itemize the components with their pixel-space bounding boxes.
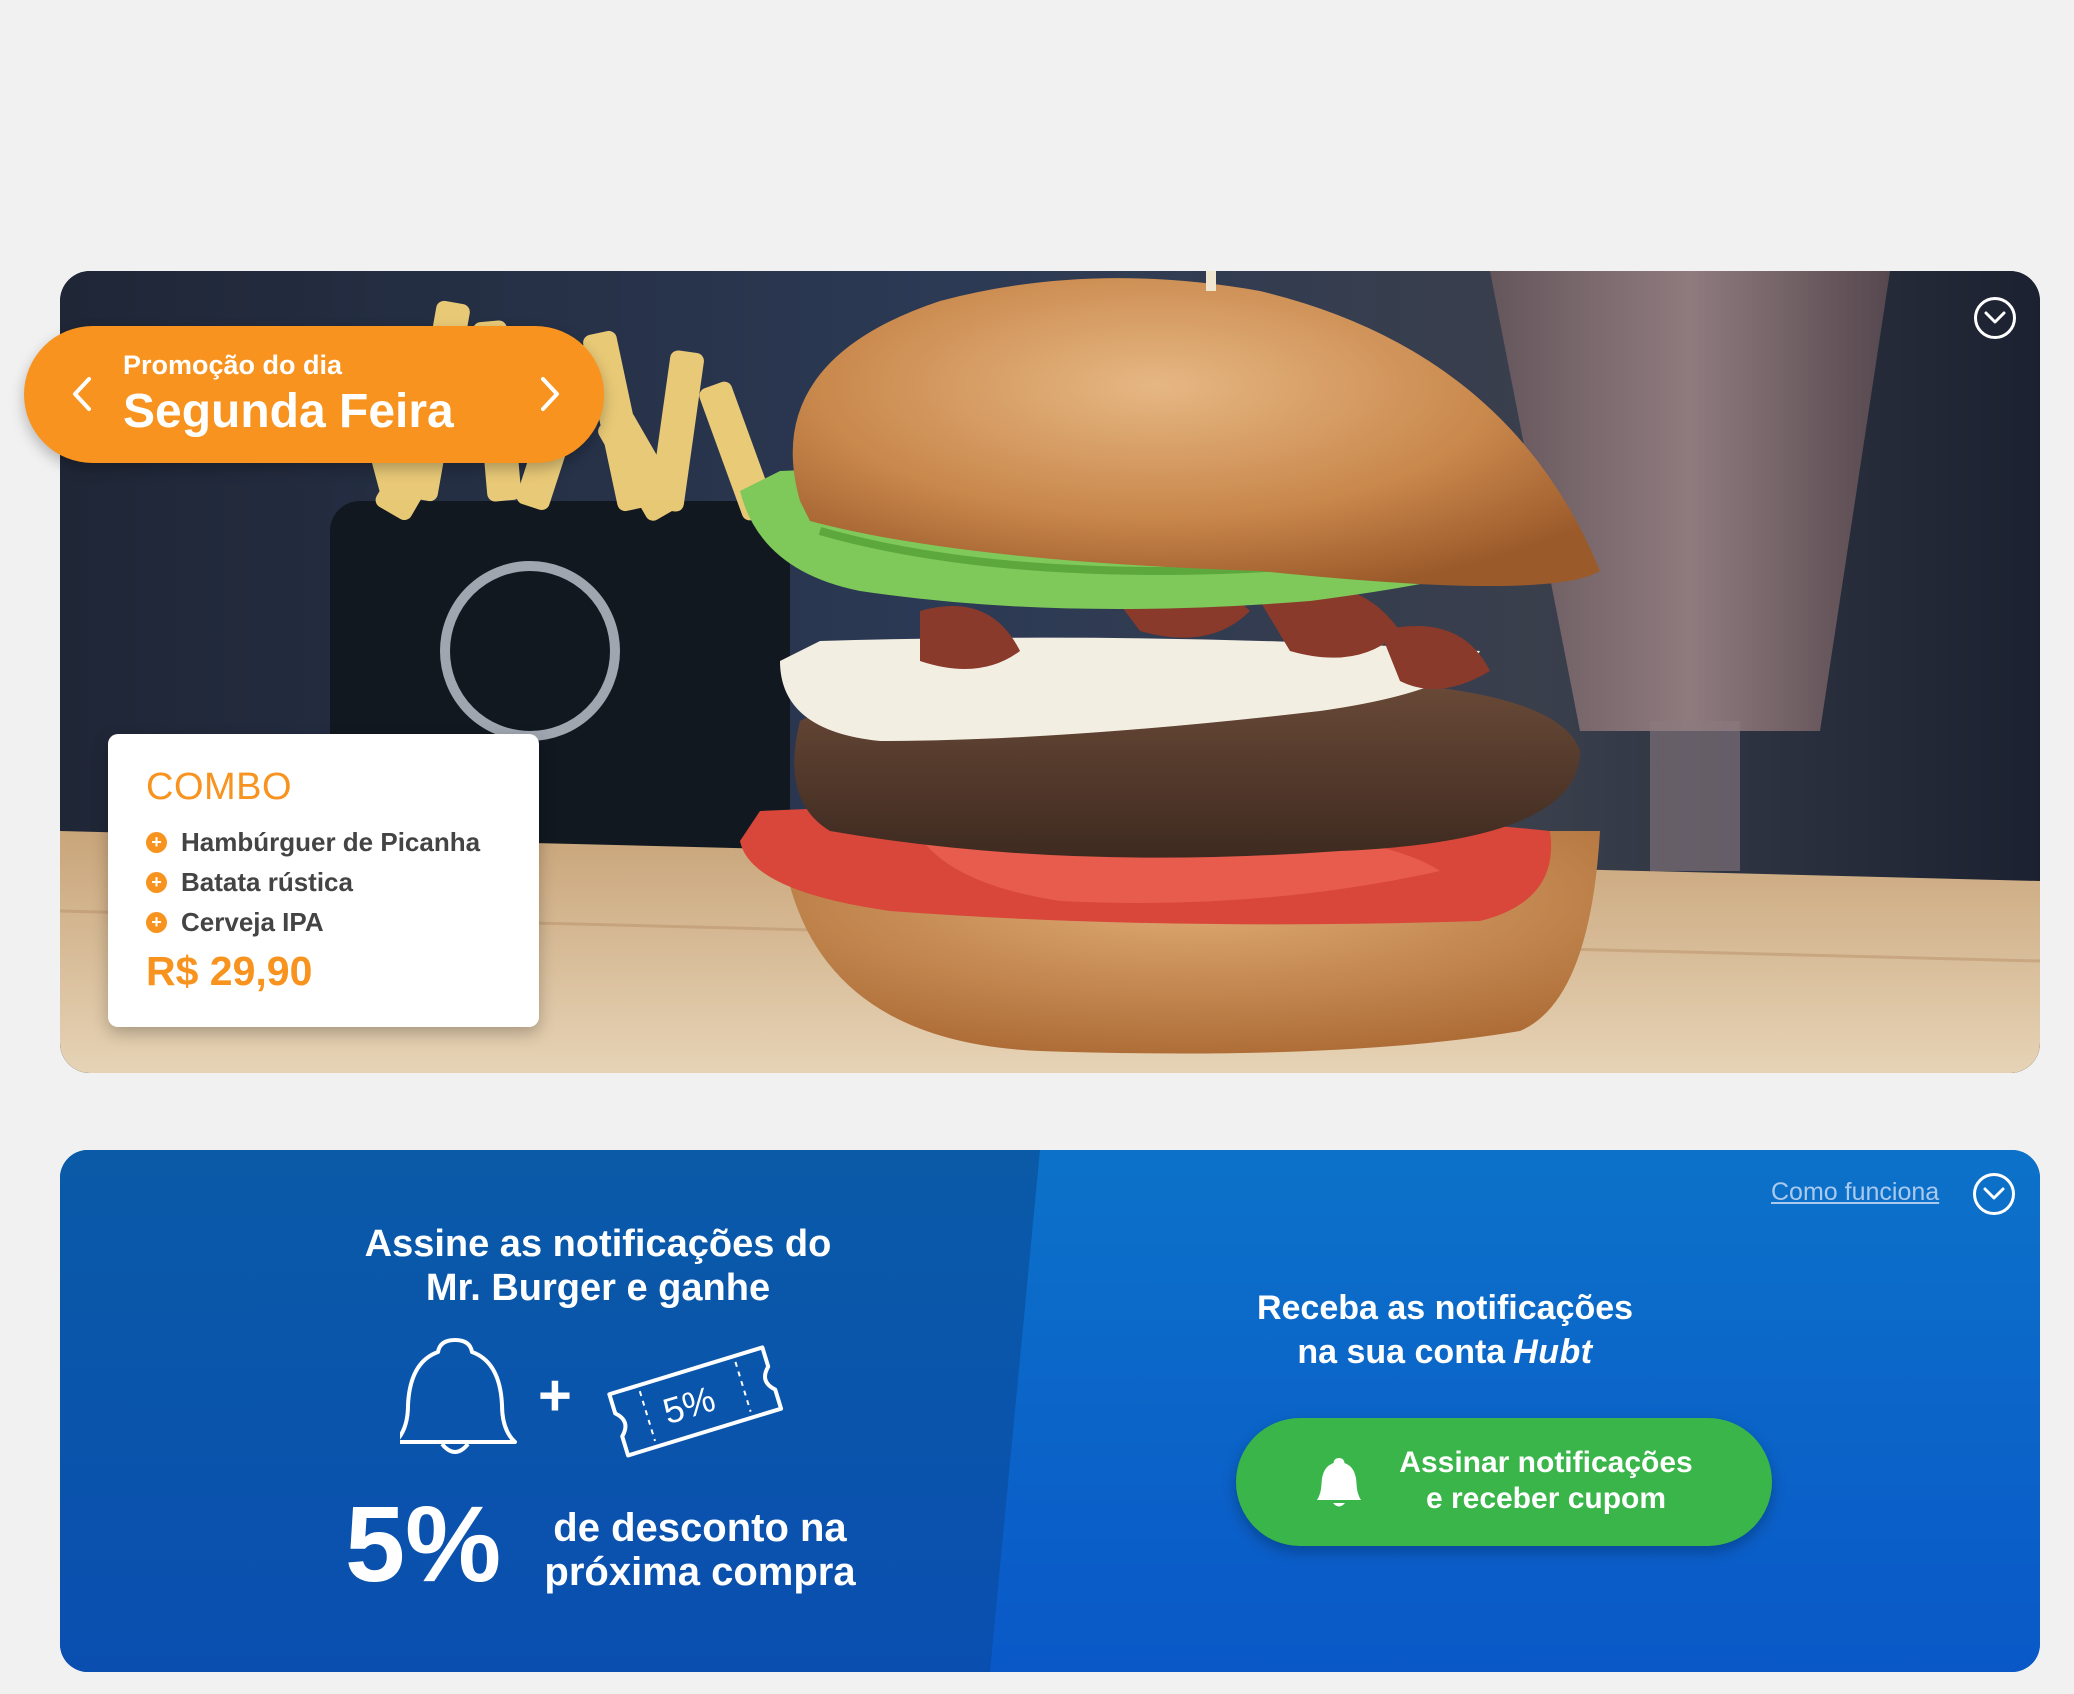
notification-title-line2: Mr. Burger e ganhe xyxy=(425,1267,771,1309)
bell-icon xyxy=(1317,1458,1361,1507)
coupon-ticket-icon: 5% xyxy=(607,1345,784,1458)
combo-card: COMBO + Hambúrguer de Picanha + Batata r… xyxy=(108,734,539,1027)
combo-item-label: Hambúrguer de Picanha xyxy=(181,826,481,857)
chevron-down-icon xyxy=(1983,1187,2005,1200)
receive-line2-row: na sua conta Hubt xyxy=(1220,1330,1670,1374)
notification-title: Assine as notificações do Mr. Burger e g… xyxy=(280,1222,916,1310)
bell-outline-icon xyxy=(393,1338,517,1454)
combo-item: + Hambúrguer de Picanha xyxy=(146,822,480,862)
bell-plus-coupon-illustration: + 5% xyxy=(393,1330,840,1470)
discount-line2: próxima compra xyxy=(544,1550,856,1594)
coupon-label: 5% xyxy=(658,1378,720,1432)
receive-line2: na sua conta xyxy=(1297,1333,1506,1371)
promo-day-selector: Promoção do dia Segunda Feira xyxy=(24,326,604,463)
hubt-logo: Hubt xyxy=(1513,1333,1593,1371)
previous-day-button[interactable] xyxy=(62,368,102,420)
notification-signup-panel: Assine as notificações do Mr. Burger e g… xyxy=(60,1150,2040,1672)
combo-item-label: Cerveja IPA xyxy=(181,906,324,937)
plus-sign: + xyxy=(538,1363,572,1428)
how-it-works-link[interactable]: Como funciona xyxy=(1771,1178,1939,1207)
next-day-button[interactable] xyxy=(530,368,570,420)
discount-value: 5% xyxy=(345,1483,502,1604)
combo-item-label: Batata rústica xyxy=(181,866,353,897)
receive-line1: Receba as notificações xyxy=(1256,1289,1634,1327)
promo-subtitle: Promoção do dia xyxy=(123,350,343,380)
combo-items-list: + Hambúrguer de Picanha + Batata rústica… xyxy=(146,822,480,942)
plus-circle-icon: + xyxy=(146,831,167,853)
combo-item: + Cerveja IPA xyxy=(146,902,480,942)
combo-price: R$ 29,90 xyxy=(146,948,313,994)
combo-title: COMBO xyxy=(146,766,293,808)
promo-day: Segunda Feira xyxy=(123,385,454,438)
plus-circle-icon: + xyxy=(146,871,167,893)
subscribe-button-label: Assinar notificações e receber cupom xyxy=(1386,1445,1706,1517)
subscribe-button-line1: Assinar notificações xyxy=(1399,1446,1693,1479)
expand-toggle-panel[interactable] xyxy=(1973,1173,2015,1215)
chevron-left-icon xyxy=(73,377,91,411)
receive-notifications-text: Receba as notificações na sua conta Hubt xyxy=(1220,1286,1670,1374)
notification-title-line1: Assine as notificações do xyxy=(364,1223,832,1265)
combo-item: + Batata rústica xyxy=(146,862,480,902)
discount-description: de desconto na próxima compra xyxy=(515,1506,885,1594)
discount-line1: de desconto na xyxy=(553,1506,847,1550)
chevron-down-icon xyxy=(1984,311,2006,324)
subscribe-notifications-button[interactable]: Assinar notificações e receber cupom xyxy=(1236,1418,1772,1546)
chevron-right-icon xyxy=(541,377,559,411)
expand-toggle-hero[interactable] xyxy=(1974,297,2016,339)
plus-circle-icon: + xyxy=(146,911,167,933)
subscribe-button-line2: e receber cupom xyxy=(1425,1482,1667,1515)
